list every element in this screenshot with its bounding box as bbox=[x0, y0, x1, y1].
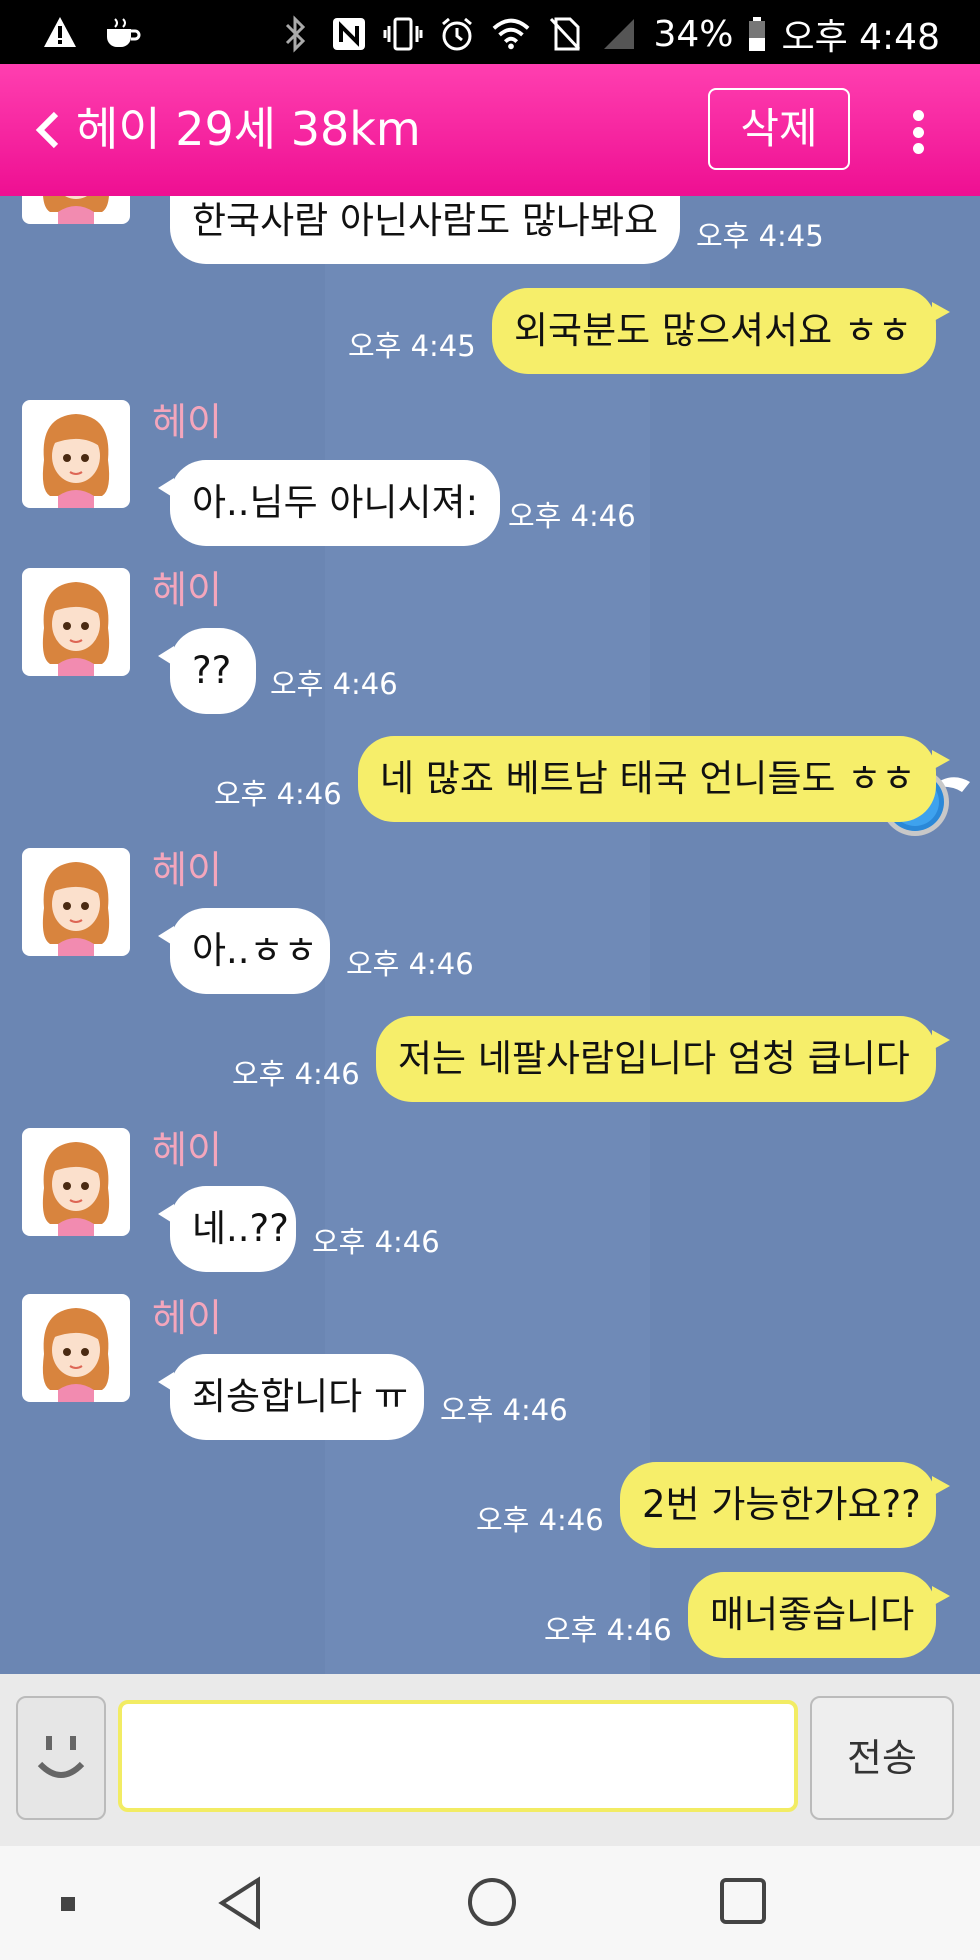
message-text: 매너좋습니다 bbox=[710, 1593, 915, 1636]
recent-dot-icon bbox=[58, 1894, 78, 1918]
avatar[interactable] bbox=[22, 848, 130, 956]
message-time: 오후 4:46 bbox=[232, 1057, 360, 1091]
warning-icon bbox=[40, 10, 80, 54]
message-time: 오후 4:46 bbox=[440, 1393, 568, 1427]
sender-name: 헤이 bbox=[152, 1296, 222, 1340]
message-text: 외국분도 많으셔서요 ㅎㅎ bbox=[514, 309, 912, 352]
wifi-icon bbox=[491, 12, 531, 56]
message-time: 오후 4:46 bbox=[508, 499, 636, 533]
avatar[interactable] bbox=[22, 1128, 130, 1236]
home-nav-icon[interactable] bbox=[466, 1876, 518, 1932]
battery-percent: 34% bbox=[653, 13, 734, 55]
sender-name: 헤이 bbox=[152, 1128, 222, 1172]
avatar[interactable] bbox=[22, 1294, 130, 1402]
avatar[interactable] bbox=[22, 568, 130, 676]
message-text: 네..?? bbox=[192, 1207, 289, 1250]
message-bubble[interactable]: 네 많죠 베트남 태국 언니들도 ㅎㅎ bbox=[358, 736, 950, 822]
back-arrow-icon[interactable] bbox=[28, 106, 68, 154]
overview-nav-icon[interactable] bbox=[718, 1876, 768, 1930]
chat-title: 헤이 29세 38km bbox=[76, 102, 421, 156]
message-time: 오후 4:46 bbox=[476, 1503, 604, 1537]
send-button[interactable]: 전송 bbox=[810, 1696, 954, 1820]
composer-bar: 전송 bbox=[0, 1674, 980, 1846]
battery-icon bbox=[747, 12, 767, 56]
nfc-icon bbox=[329, 12, 369, 56]
message-text: 2번 가능한가요?? bbox=[642, 1483, 921, 1526]
emoji-button[interactable] bbox=[16, 1696, 106, 1820]
message-text: 네 많죠 베트남 태국 언니들도 ㅎㅎ bbox=[380, 757, 916, 800]
message-bubble[interactable]: 매너좋습니다 bbox=[688, 1572, 950, 1658]
message-time: 오후 4:46 bbox=[214, 777, 342, 811]
message-bubble[interactable]: 아..님두 아니시져: bbox=[157, 460, 501, 546]
message-text: 한국사람 아닌사람도 많나봐요 bbox=[192, 199, 659, 242]
chat-header: 헤이 29세 38km 삭제 bbox=[0, 64, 980, 196]
message-text: 아..님두 아니시져: bbox=[192, 481, 479, 524]
message-bubble[interactable]: 한국사람 아닌사람도 많나봐요 bbox=[170, 196, 681, 264]
message-time: 오후 4:45 bbox=[348, 329, 476, 363]
message-bubble[interactable]: 2번 가능한가요?? bbox=[620, 1462, 950, 1548]
back-nav-icon[interactable] bbox=[216, 1876, 264, 1934]
avatar[interactable] bbox=[22, 196, 130, 224]
coffee-icon bbox=[102, 10, 142, 54]
message-text: 아..ㅎㅎ bbox=[192, 929, 318, 972]
message-bubble[interactable]: 죄송합니다 ㅠ bbox=[158, 1354, 424, 1440]
delete-button[interactable]: 삭제 bbox=[708, 88, 850, 170]
sender-name: 헤이 bbox=[152, 568, 222, 612]
status-bar: 34% 오후 4:48 bbox=[0, 0, 980, 64]
avatar[interactable] bbox=[22, 400, 130, 508]
message-time: 오후 4:45 bbox=[696, 219, 824, 253]
system-nav-bar bbox=[0, 1846, 980, 1960]
sender-name: 헤이 bbox=[152, 400, 222, 444]
more-options-icon[interactable] bbox=[898, 102, 938, 162]
no-sim-icon bbox=[545, 12, 585, 56]
alarm-icon bbox=[437, 12, 477, 56]
message-time: 오후 4:46 bbox=[312, 1225, 440, 1259]
message-bubble[interactable]: ?? bbox=[158, 628, 256, 714]
sender-name: 헤이 bbox=[152, 848, 222, 892]
bluetooth-icon bbox=[275, 12, 315, 56]
message-time: 오후 4:46 bbox=[270, 667, 398, 701]
status-time: 오후 4:48 bbox=[781, 17, 940, 58]
message-text: 저는 네팔사람입니다 엄청 큽니다 bbox=[398, 1037, 910, 1080]
message-input[interactable] bbox=[118, 1700, 798, 1812]
message-bubble[interactable]: 아..ㅎㅎ bbox=[158, 908, 330, 994]
signal-icon bbox=[599, 12, 639, 56]
message-text: ?? bbox=[192, 649, 232, 692]
message-bubble[interactable]: 네..?? bbox=[158, 1186, 296, 1272]
message-time: 오후 4:46 bbox=[544, 1613, 672, 1647]
message-bubble[interactable]: 외국분도 많으셔서요 ㅎㅎ bbox=[492, 288, 950, 374]
message-bubble[interactable]: 저는 네팔사람입니다 엄청 큽니다 bbox=[376, 1016, 950, 1102]
message-time: 오후 4:46 bbox=[346, 947, 474, 981]
background-stripe bbox=[325, 196, 650, 1674]
chat-area[interactable]: 한국사람 아닌사람도 많나봐요 오후 4:45 오후 4:45 외국분도 많으셔… bbox=[0, 196, 980, 1674]
smiley-icon bbox=[37, 1736, 85, 1778]
message-text: 죄송합니다 ㅠ bbox=[192, 1375, 409, 1418]
vibrate-icon bbox=[383, 12, 423, 56]
